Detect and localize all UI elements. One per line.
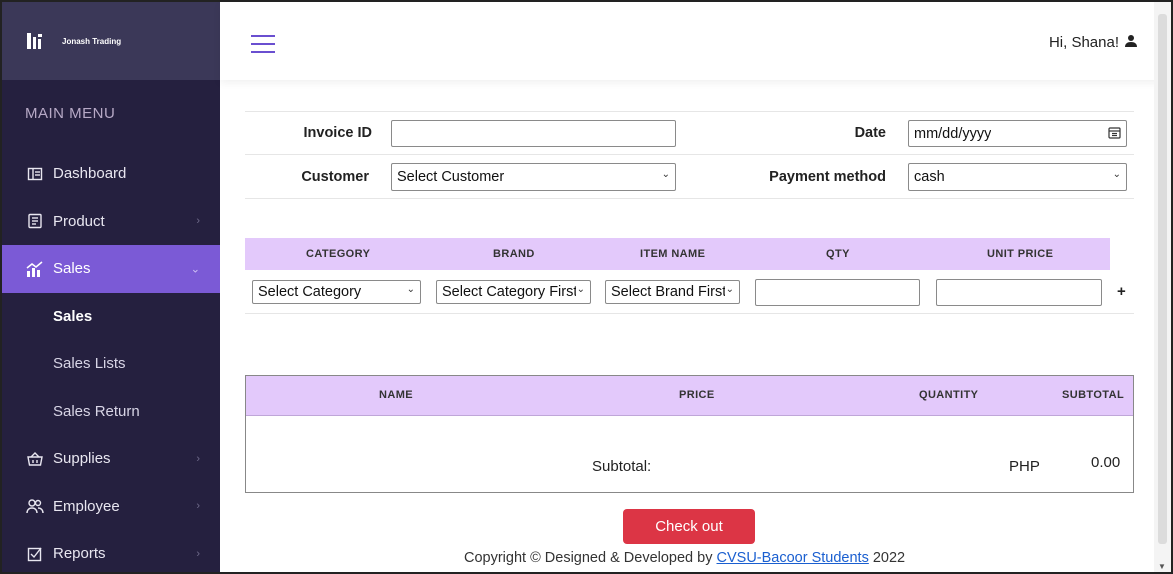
column-header-category: CATEGORY [306,248,371,260]
item-name-select-value: Select Brand First [611,284,725,300]
logo-icon [24,30,46,52]
divider [245,198,1134,199]
top-header: Hi, Shana! [220,2,1171,80]
sidebar-item-sales[interactable]: Sales ⌄ [2,245,220,293]
chevron-right-icon: › [196,500,200,513]
divider [245,111,1134,112]
invoice-id-input[interactable] [391,120,676,147]
sidebar-item-employee[interactable]: Employee › [2,483,220,531]
footer-link[interactable]: CVSU-Bacoor Students [717,550,869,566]
brand-name: Jonash Trading [62,36,122,46]
user-greeting[interactable]: Hi, Shana! [1049,34,1119,51]
payment-method-select[interactable]: cash ⌄ [908,163,1127,191]
date-input[interactable]: mm/dd/yyyy [908,120,1127,147]
item-name-select[interactable]: Select Brand First ⌄ [605,280,740,304]
divider [245,313,1134,314]
chevron-right-icon: › [196,452,200,465]
column-header-name: NAME [379,389,413,401]
calendar-icon[interactable] [1108,126,1121,143]
sidebar-item-reports[interactable]: Reports › [2,530,220,572]
chevron-down-icon: ⌄ [661,169,670,180]
chevron-right-icon: › [196,547,200,560]
product-icon [26,212,44,230]
divider [245,154,1134,155]
app-window: Jonash Trading MAIN MENU Dashboard Produ… [0,0,1173,574]
footer-prefix: Copyright © Designed & Developed by [464,550,713,566]
user-icon[interactable] [1124,34,1138,48]
sidebar: Jonash Trading MAIN MENU Dashboard Produ… [2,2,220,572]
chevron-down-icon: ⌄ [1112,169,1121,180]
cart-table: NAME PRICE QUANTITY SUBTOTAL Subtotal: P… [245,375,1134,493]
category-select-value: Select Category [258,284,362,300]
qty-input[interactable] [755,279,920,306]
date-placeholder: mm/dd/yyyy [914,126,992,142]
unit-price-input[interactable] [936,279,1102,306]
reports-icon [26,545,44,563]
subtotal-label: Subtotal: [592,458,652,475]
sidebar-item-product[interactable]: Product › [2,198,220,246]
brand-select-value: Select Category First [442,284,576,300]
column-header-quantity: QUANTITY [919,389,979,401]
sidebar-subitem-sales[interactable]: Sales [2,293,220,341]
subtotal-value: 0.00 [1091,454,1121,471]
add-item-button[interactable]: + [1117,283,1126,300]
column-header-subtotal: SUBTOTAL [1062,389,1125,401]
sidebar-item-label: Sales [53,260,91,278]
column-header-brand: BRAND [493,248,535,260]
sidebar-item-label: Product [53,212,105,230]
sidebar-subitem-sales-lists[interactable]: Sales Lists [2,340,220,388]
item-table-header: CATEGORY BRAND ITEM NAME QTY UNIT PRICE [245,238,1110,270]
sales-icon [26,260,44,278]
currency-label: PHP [1009,458,1040,475]
brand-select[interactable]: Select Category First ⌄ [436,280,591,304]
column-header-item-name: ITEM NAME [640,248,706,260]
column-header-price: PRICE [679,389,715,401]
invoice-id-label: Invoice ID [303,125,373,141]
footer: Copyright © Designed & Developed by CVSU… [464,550,905,566]
vertical-scrollbar[interactable]: ▼ [1154,2,1171,572]
customer-label: Customer [301,169,369,185]
cart-table-header: NAME PRICE QUANTITY SUBTOTAL [246,376,1133,416]
sidebar-subitem-sales-return[interactable]: Sales Return [2,388,220,436]
date-label: Date [854,125,886,141]
chevron-down-icon: ⌄ [725,284,734,295]
column-header-unit-price: UNIT PRICE [987,248,1054,260]
scroll-down-icon[interactable]: ▼ [1158,562,1166,571]
sidebar-item-label: Employee [53,497,120,515]
column-header-qty: QTY [826,248,850,260]
chevron-right-icon: › [196,215,200,228]
chevron-down-icon: ⌄ [576,284,585,295]
users-icon [26,497,44,515]
footer-year: 2022 [872,550,906,566]
customer-select[interactable]: Select Customer ⌄ [391,163,676,191]
brand-bar[interactable]: Jonash Trading [2,2,220,80]
sidebar-item-label: Reports [53,545,106,563]
scrollbar-thumb[interactable] [1158,14,1167,544]
menu-title: MAIN MENU [25,105,116,122]
chevron-down-icon: ⌄ [190,263,200,276]
basket-icon [26,450,44,468]
dashboard-icon [26,165,44,183]
sidebar-item-supplies[interactable]: Supplies › [2,435,220,483]
chevron-down-icon: ⌄ [406,284,415,295]
category-select[interactable]: Select Category ⌄ [252,280,421,304]
sidebar-item-dashboard[interactable]: Dashboard [2,150,220,198]
payment-method-label: Payment method [769,169,886,185]
hamburger-menu-icon[interactable] [251,35,275,53]
sidebar-item-label: Supplies [53,450,111,468]
customer-select-value: Select Customer [397,169,505,185]
checkout-button[interactable]: Check out [623,509,755,544]
payment-method-value: cash [914,169,945,185]
sidebar-item-label: Dashboard [53,165,127,183]
